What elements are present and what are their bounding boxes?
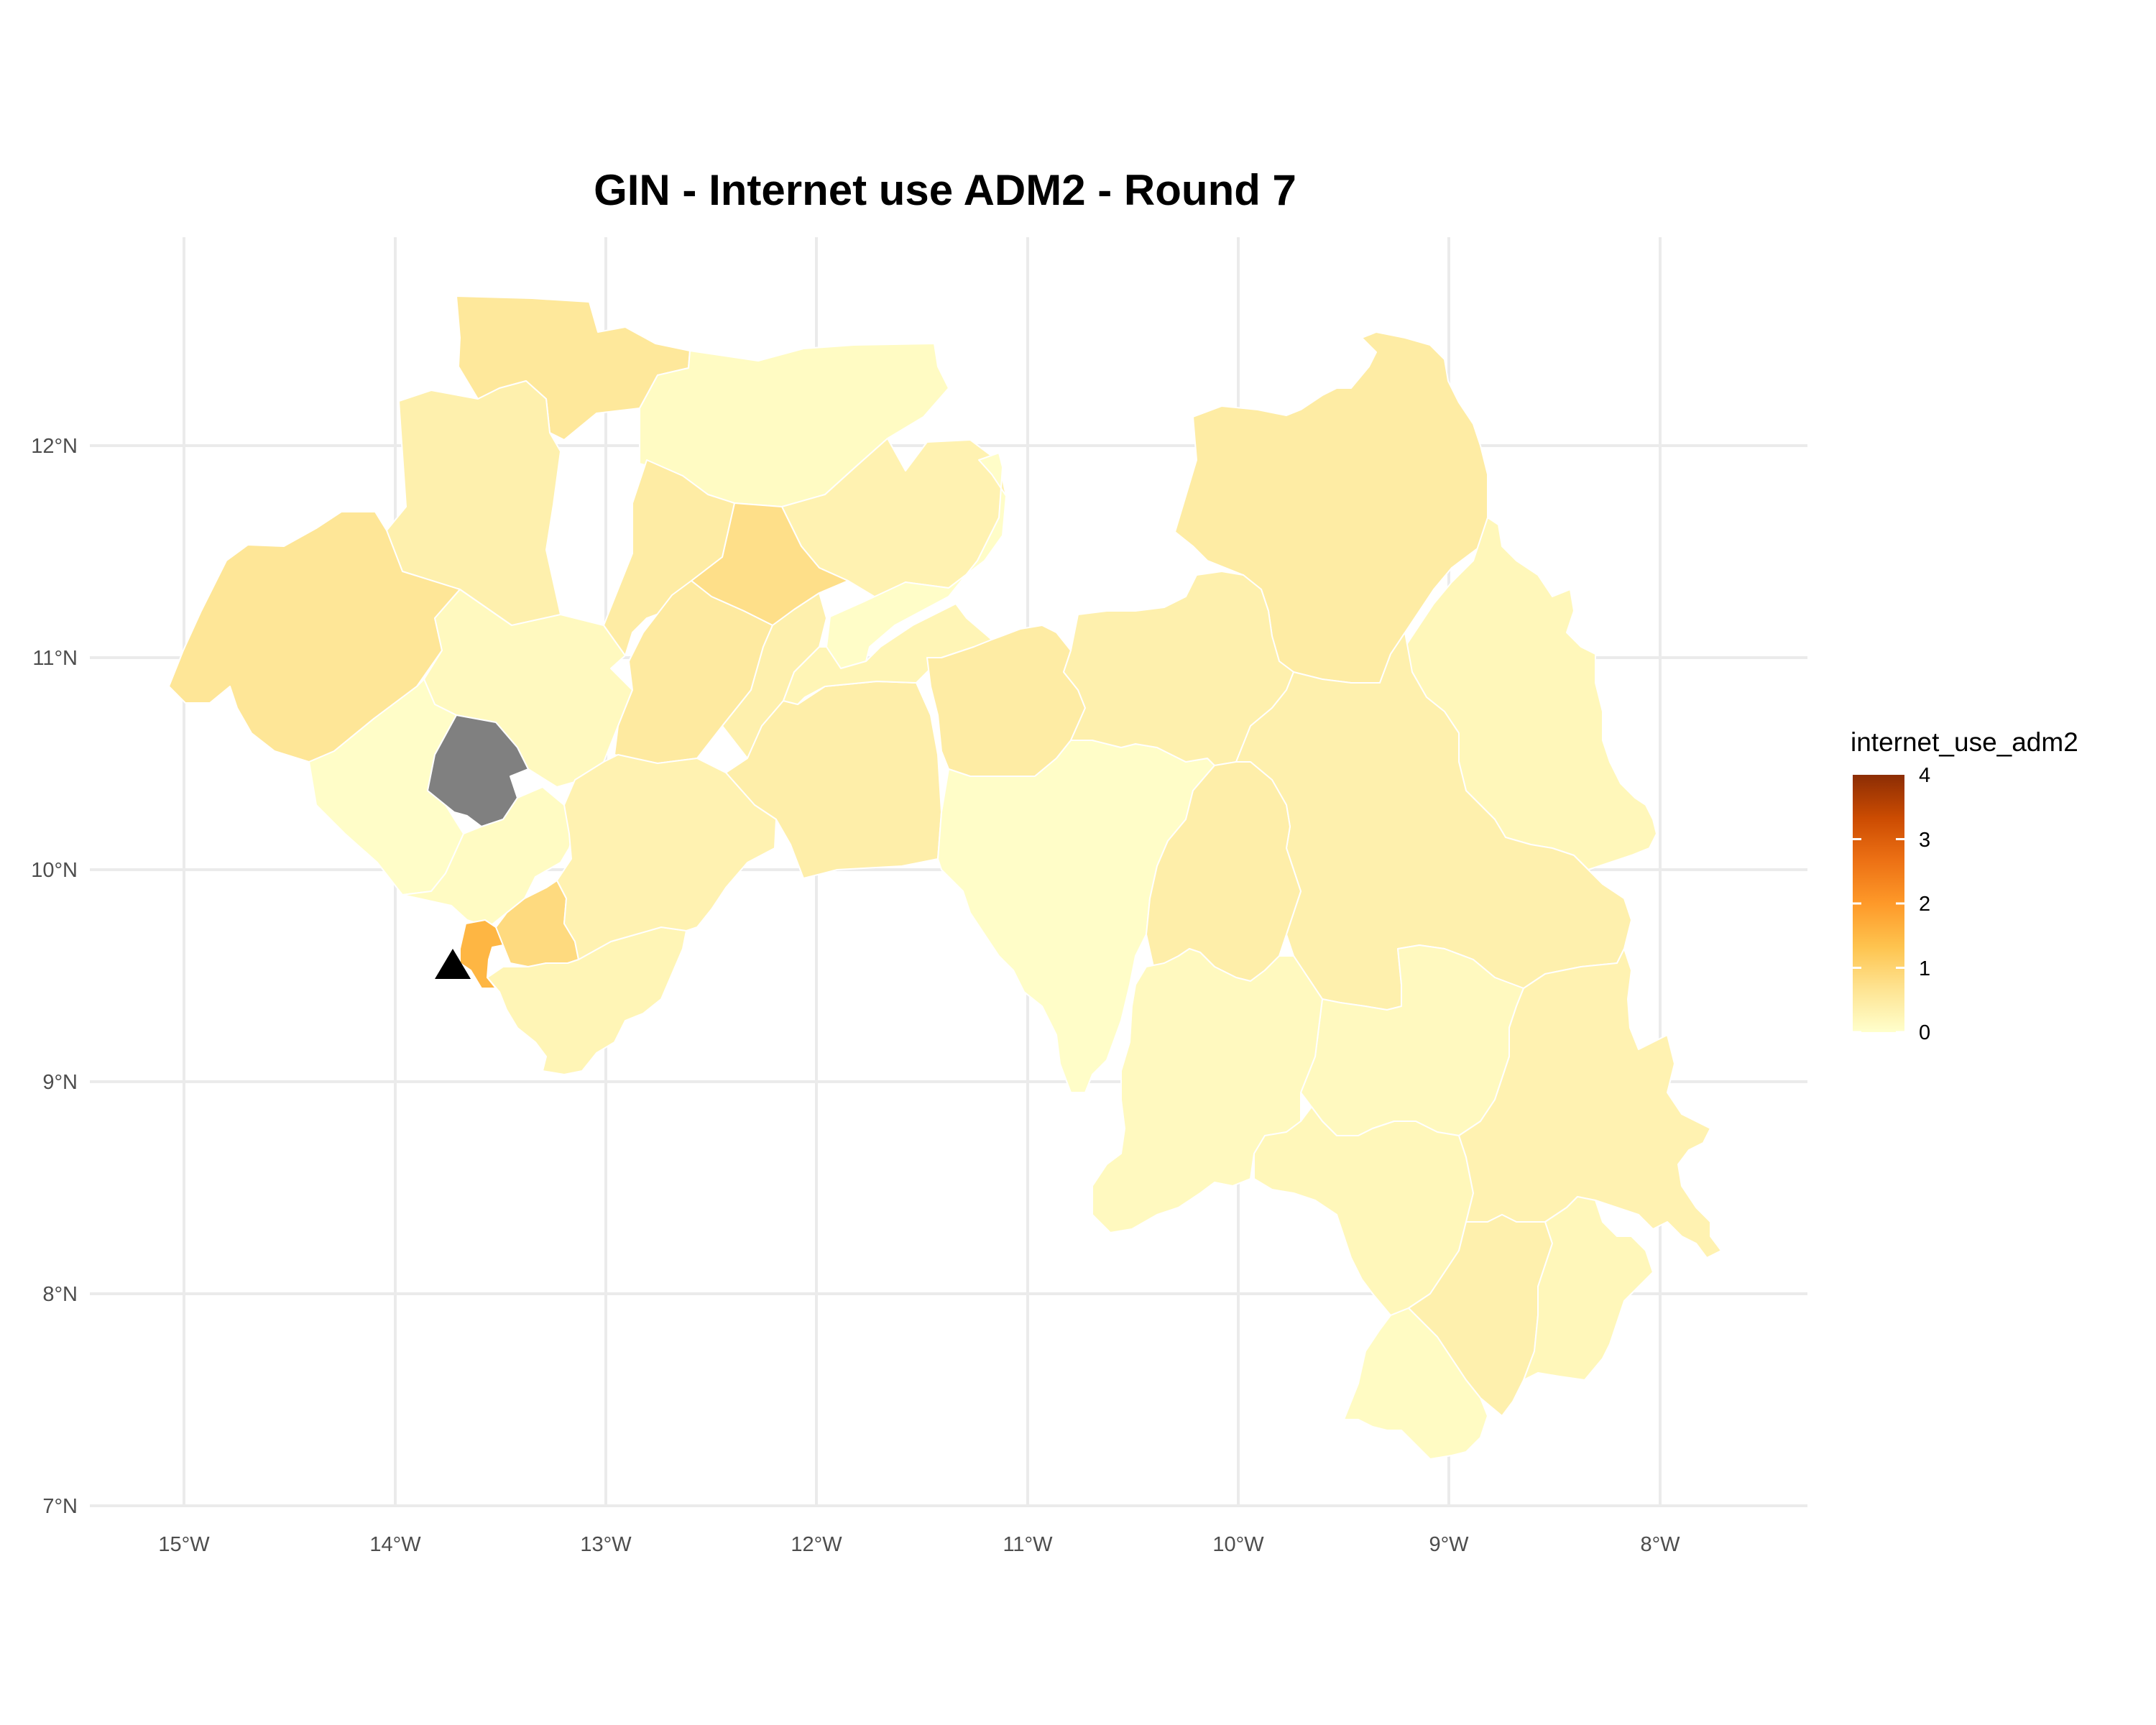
y-tick-label: 7°N	[42, 1495, 78, 1518]
legend-title: internet_use_adm2	[1851, 727, 2078, 757]
y-tick-label: 11°N	[32, 647, 78, 670]
y-tick-label: 12°N	[31, 435, 78, 458]
x-tick-label: 11°W	[1003, 1533, 1053, 1556]
legend: internet_use_adm2 0 1 2 3 4	[1851, 727, 2078, 1044]
x-tick-label: 12°W	[791, 1533, 842, 1556]
legend-tick-label: 2	[1919, 893, 1930, 916]
admin-regions	[168, 295, 1722, 1460]
legend-tick-label: 1	[1919, 957, 1930, 980]
x-tick-label: 14°W	[369, 1533, 421, 1556]
x-tick-label: 8°W	[1640, 1533, 1680, 1556]
y-tick-label: 10°N	[31, 859, 78, 882]
chart-title: GIN - Internet use ADM2 - Round 7	[594, 166, 1296, 214]
x-tick-label: 13°W	[580, 1533, 632, 1556]
legend-tick-label: 4	[1919, 764, 1930, 787]
legend-tick-label: 3	[1919, 829, 1930, 852]
y-tick-label: 9°N	[42, 1071, 78, 1094]
y-tick-label: 8°N	[42, 1283, 78, 1306]
legend-tick-label: 0	[1919, 1021, 1930, 1044]
x-tick-label: 9°W	[1429, 1533, 1469, 1556]
y-axis-tick-labels: 7°N 8°N 9°N 10°N 11°N 12°N	[31, 435, 78, 1518]
x-tick-label: 15°W	[158, 1533, 210, 1556]
x-axis-tick-labels: 15°W 14°W 13°W 12°W 11°W 10°W 9°W 8°W	[158, 1533, 1680, 1556]
x-tick-label: 10°W	[1212, 1533, 1264, 1556]
map-figure: GIN - Internet use ADM2 - Round 7 15°W 1…	[31, 166, 2078, 1556]
